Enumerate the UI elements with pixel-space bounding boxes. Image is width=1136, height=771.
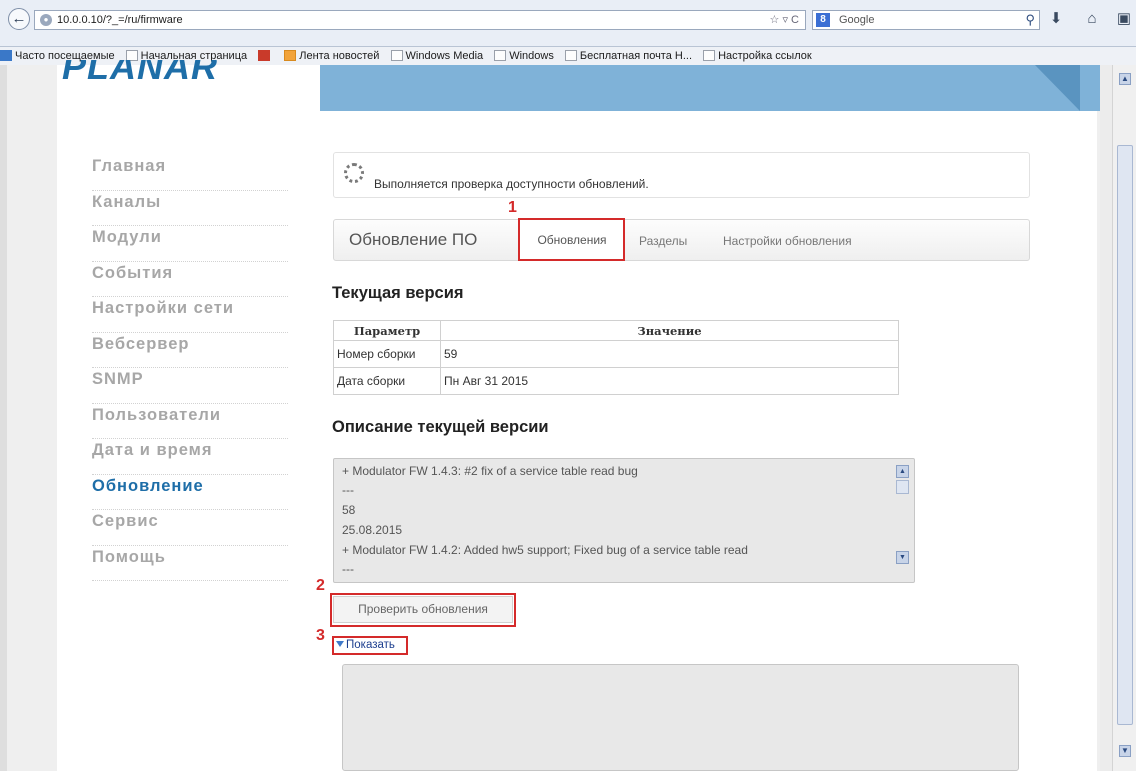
browser-toolbar: ← ● 10.0.0.10/?_=/ru/firmware ☆ ▿ C 8 Go… [0, 0, 1136, 47]
sidebar-item-network-settings[interactable]: Настройки сети [92, 297, 288, 333]
page-icon [564, 50, 577, 61]
annotation-box-1 [518, 218, 625, 261]
globe-icon: ● [40, 14, 52, 26]
description-heading: Описание текущей версии [332, 418, 549, 436]
version-table: Параметр Значение Номер сборки 59 Дата с… [333, 320, 899, 395]
spinner-icon [344, 163, 364, 183]
scroll-up-icon[interactable]: ▲ [896, 465, 909, 478]
bookmark-windows[interactable]: Windows [494, 47, 554, 65]
tab-update-settings[interactable]: Настройки обновления [723, 234, 852, 248]
table-row: Номер сборки 59 [333, 340, 899, 368]
download-icon[interactable]: ⬇ [1046, 9, 1066, 29]
description-textarea[interactable]: + Modulator FW 1.4.3: #2 fix of a servic… [333, 458, 915, 583]
sidebar-item-help[interactable]: Помощь [92, 546, 288, 581]
description-line: + Modulator FW 1.4.3: #2 fix of a servic… [342, 464, 638, 478]
page-icon [494, 50, 507, 61]
sidebar-item-channels[interactable]: Каналы [92, 191, 288, 226]
annotation-box-2 [330, 593, 516, 627]
search-engine-icon: 8 [816, 13, 830, 27]
header-band [320, 65, 1100, 111]
tab-partitions[interactable]: Разделы [639, 234, 687, 248]
scroll-thumb[interactable] [1117, 145, 1133, 725]
cell-value: 59 [440, 340, 899, 368]
logo[interactable]: PLANAR [62, 60, 292, 82]
sidebar-item-date-time[interactable]: Дата и время [92, 439, 288, 475]
bookmark-folder-icon [0, 50, 12, 61]
right-gutter [1100, 65, 1112, 771]
sidebar-item-update[interactable]: Обновление [92, 475, 288, 510]
search-placeholder: Google [839, 14, 875, 26]
extension-icon[interactable]: ▣ [1114, 9, 1134, 29]
textarea-scrollbar[interactable]: ▲ ▼ [896, 465, 910, 577]
bookmark-star-icon[interactable]: ☆ ▿ C [770, 11, 799, 29]
address-text: 10.0.0.10/?_=/ru/firmware [57, 14, 183, 26]
sidebar-item-home[interactable]: Главная [92, 155, 288, 191]
sidebar-menu: Главная Каналы Модули События Настройки … [92, 155, 288, 581]
sidebar-item-snmp[interactable]: SNMP [92, 368, 288, 404]
annotation-marker-2: 2 [316, 577, 325, 594]
sidebar-item-modules[interactable]: Модули [92, 226, 288, 262]
bookmark-news-feed[interactable]: Лента новостей [284, 47, 379, 65]
page-scrollbar[interactable]: ▲ ▼ [1112, 65, 1136, 771]
description-line: --- [342, 483, 354, 497]
sidebar-item-users[interactable]: Пользователи [92, 404, 288, 439]
annotation-marker-1: 1 [508, 199, 517, 216]
address-bar[interactable]: ● 10.0.0.10/?_=/ru/firmware ☆ ▿ C [34, 10, 806, 30]
status-alert: Выполняется проверка доступности обновле… [333, 152, 1030, 198]
update-log-area[interactable] [342, 664, 1019, 771]
annotation-box-3 [332, 636, 408, 655]
search-icon[interactable]: ⚲ [1025, 11, 1035, 29]
left-gutter [0, 65, 7, 771]
bookmark-link-settings[interactable]: Настройка ссылок [703, 47, 812, 65]
cell-parameter: Номер сборки [333, 340, 441, 368]
bookmark-free-mail[interactable]: Бесплатная почта Н... [564, 47, 692, 65]
table-row: Дата сборки Пн Авг 31 2015 [333, 367, 899, 395]
bookmark-windows-media[interactable]: Windows Media [390, 47, 483, 65]
sidebar-item-events[interactable]: События [92, 262, 288, 297]
tabs-title: Обновление ПО [349, 230, 478, 249]
column-header-value: Значение [440, 320, 899, 341]
current-version-heading: Текущая версия [332, 284, 464, 302]
textarea-scroll-thumb[interactable] [896, 480, 909, 494]
description-line: --- [342, 562, 354, 576]
home-icon[interactable]: ⌂ [1082, 9, 1102, 29]
description-line: 25.08.2015 [342, 523, 403, 537]
back-button[interactable]: ← [8, 8, 30, 30]
column-header-parameter: Параметр [333, 320, 441, 341]
annotation-marker-3: 3 [316, 627, 325, 644]
tabs-bar: Обновление ПО Обновления Разделы Настрой… [333, 219, 1030, 261]
sidebar-item-service[interactable]: Сервис [92, 510, 288, 546]
scroll-up-icon[interactable]: ▲ [1119, 73, 1131, 85]
page-icon [703, 50, 716, 61]
header-decoration [1035, 65, 1080, 111]
scroll-down-icon[interactable]: ▼ [1119, 745, 1131, 757]
status-text: Выполняется проверка доступности обновле… [374, 177, 649, 191]
back-arrow-icon: ← [11, 10, 27, 27]
page-icon [390, 50, 403, 61]
cell-parameter: Дата сборки [333, 367, 441, 395]
search-box[interactable]: 8 Google ⚲ [812, 10, 1040, 30]
table-header-row: Параметр Значение [333, 320, 899, 341]
sidebar-item-webserver[interactable]: Вебсервер [92, 333, 288, 368]
scroll-down-icon[interactable]: ▼ [896, 551, 909, 564]
cell-value: Пн Авг 31 2015 [440, 367, 899, 395]
description-line: + Modulator FW 1.4.2: Added hw5 support;… [342, 543, 748, 557]
description-line: 58 [342, 503, 356, 517]
